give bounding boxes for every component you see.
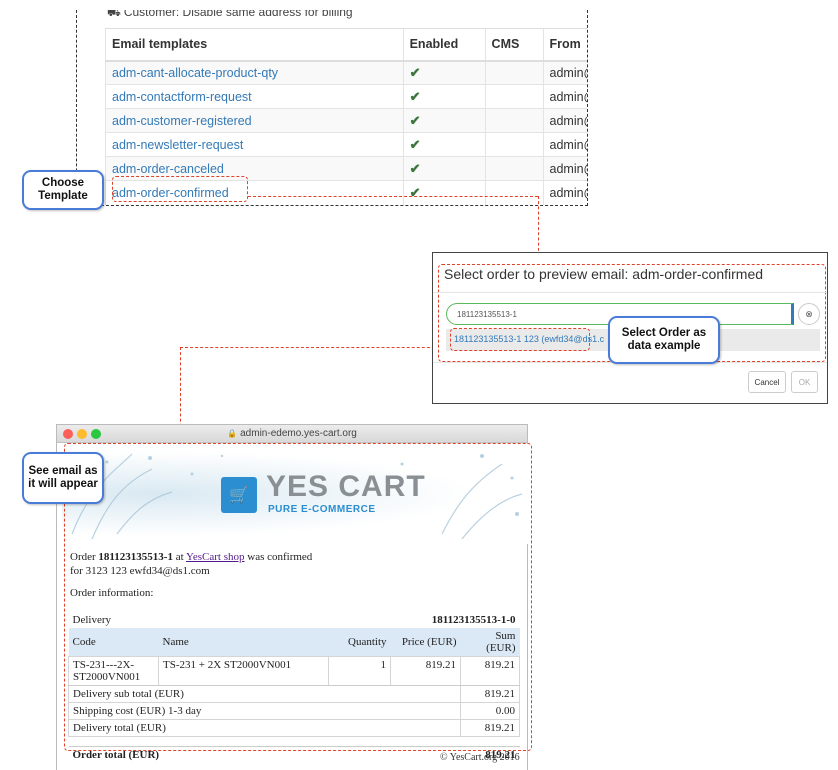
template-link[interactable]: adm-order-canceled [112, 162, 224, 176]
from-cell: admin@ [542, 108, 587, 133]
clear-icon[interactable]: ⊗ [798, 303, 820, 325]
column-email-templates[interactable]: Email templates [105, 28, 404, 62]
template-link[interactable]: adm-contactform-request [112, 90, 252, 104]
cms-cell [484, 180, 544, 205]
connector-line [248, 196, 538, 197]
from-cell: admin@ [542, 60, 587, 85]
template-link[interactable]: adm-customer-registered [112, 114, 252, 128]
table-header-row: Email templates Enabled CMS From [105, 28, 587, 62]
template-link[interactable]: adm-cant-allocate-product-qty [112, 66, 278, 80]
from-cell: admin@ [542, 132, 587, 157]
window-titlebar: 🔒 admin-edemo.yes-cart.org [57, 425, 527, 443]
lock-icon: 🔒 [227, 429, 238, 438]
table-row[interactable]: adm-cant-allocate-product-qty ✔ admin@ [105, 60, 587, 85]
enabled-check-icon: ✔ [402, 84, 486, 109]
cms-cell [484, 156, 544, 181]
from-cell: admin@ [542, 180, 587, 205]
enabled-check-icon: ✔ [402, 132, 486, 157]
column-cms[interactable]: CMS [484, 28, 544, 62]
order-highlight [450, 328, 590, 351]
connector-line [180, 347, 450, 348]
cms-cell [484, 108, 544, 133]
template-highlight [112, 176, 248, 202]
callout-see-email: See email as it will appear [22, 452, 104, 504]
column-enabled[interactable]: Enabled [402, 28, 486, 62]
callout-select-order: Select Order as data example [608, 316, 720, 364]
connector-line [538, 196, 539, 256]
from-cell: admin@ [542, 84, 587, 109]
divider [433, 292, 827, 293]
cms-cell [484, 60, 544, 85]
from-cell: admin@ [542, 156, 587, 181]
truck-icon: ⛟ [107, 10, 121, 19]
table-row[interactable]: adm-contactform-request ✔ admin@ [105, 84, 587, 109]
enabled-check-icon: ✔ [402, 180, 486, 205]
enabled-check-icon: ✔ [402, 156, 486, 181]
window-url: 🔒 admin-edemo.yes-cart.org [227, 428, 357, 439]
cms-cell [484, 132, 544, 157]
enabled-check-icon: ✔ [402, 60, 486, 85]
billing-note: ⛟ Customer: Disable same address for bill… [107, 10, 353, 21]
copyright-footer: © YesCart.org 2016 [440, 752, 520, 763]
callout-choose-template: Choose Template [22, 170, 104, 210]
ok-button[interactable]: OK [791, 371, 818, 393]
column-from[interactable]: From [542, 28, 587, 62]
email-highlight [64, 443, 532, 751]
cancel-button[interactable]: Cancel [748, 371, 786, 393]
enabled-check-icon: ✔ [402, 108, 486, 133]
table-row[interactable]: adm-newsletter-request ✔ admin@ [105, 132, 587, 157]
cms-cell [484, 84, 544, 109]
table-row[interactable]: adm-customer-registered ✔ admin@ [105, 108, 587, 133]
template-link[interactable]: adm-newsletter-request [112, 138, 243, 152]
dialog-title: Select order to preview email: adm-order… [444, 266, 764, 282]
